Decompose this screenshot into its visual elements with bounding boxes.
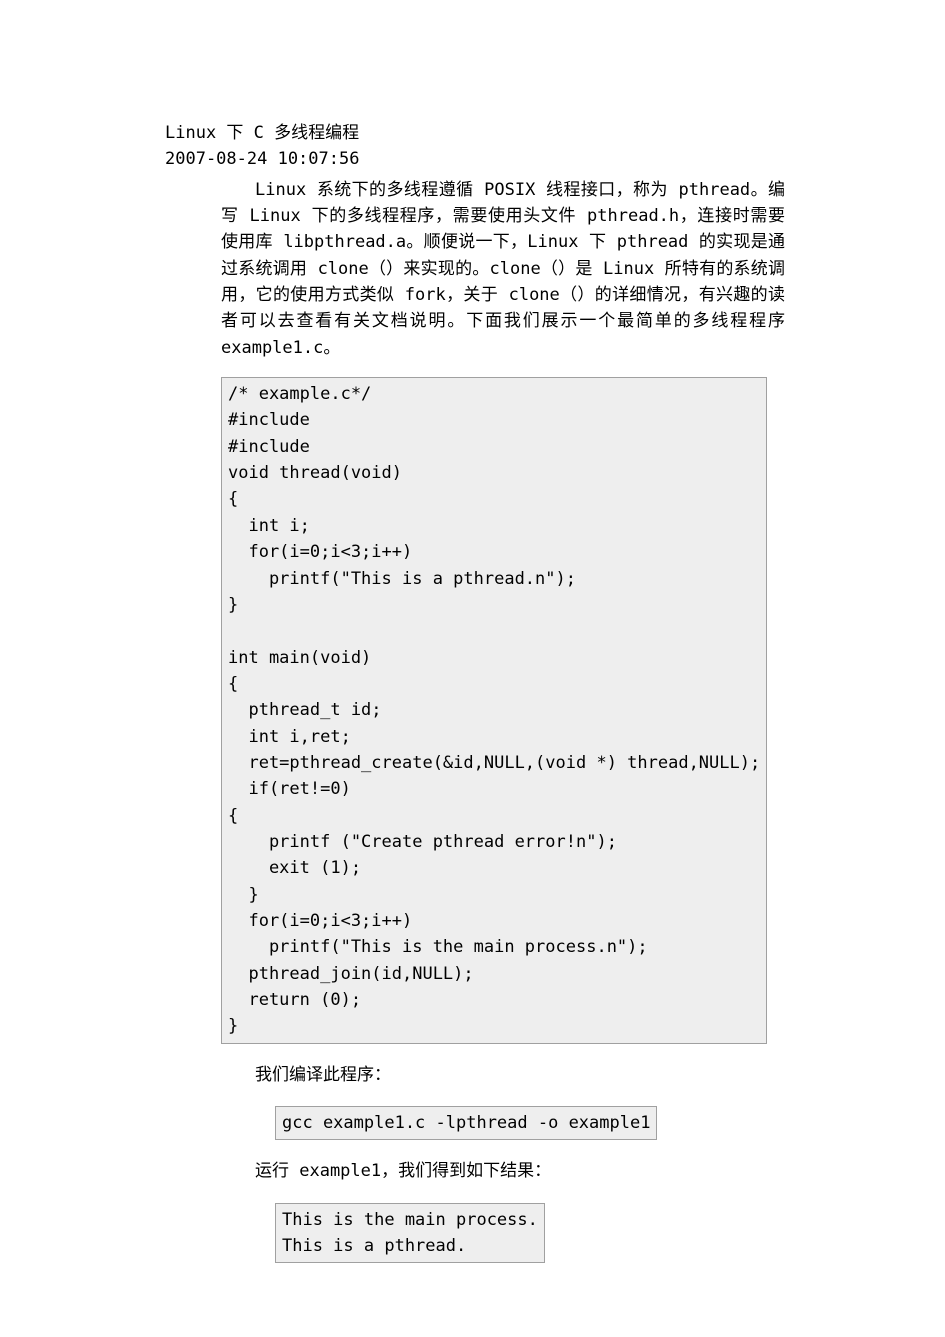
compile-command-block: gcc example1.c -lpthread -o example1 xyxy=(275,1106,657,1140)
output-block-wrapper: This is the main process. This is a pthr… xyxy=(275,1203,785,1264)
example1-code-block: /* example.c*/ #include #include void th… xyxy=(221,377,767,1044)
code-block-wrapper: /* example.c*/ #include #include void th… xyxy=(221,377,785,1044)
compile-command-wrapper: gcc example1.c -lpthread -o example1 xyxy=(275,1106,785,1140)
document-page: Linux 下 C 多线程编程 2007-08-24 10:07:56 Linu… xyxy=(0,0,945,1337)
article-title: Linux 下 C 多线程编程 xyxy=(165,120,785,146)
intro-paragraph: Linux 系统下的多线程遵循 POSIX 线程接口，称为 pthread。编写… xyxy=(221,177,785,361)
article-timestamp: 2007-08-24 10:07:56 xyxy=(165,146,785,172)
output-block: This is the main process. This is a pthr… xyxy=(275,1203,545,1264)
run-paragraph: 运行 example1，我们得到如下结果： xyxy=(221,1158,785,1184)
compile-paragraph: 我们编译此程序： xyxy=(221,1062,785,1088)
